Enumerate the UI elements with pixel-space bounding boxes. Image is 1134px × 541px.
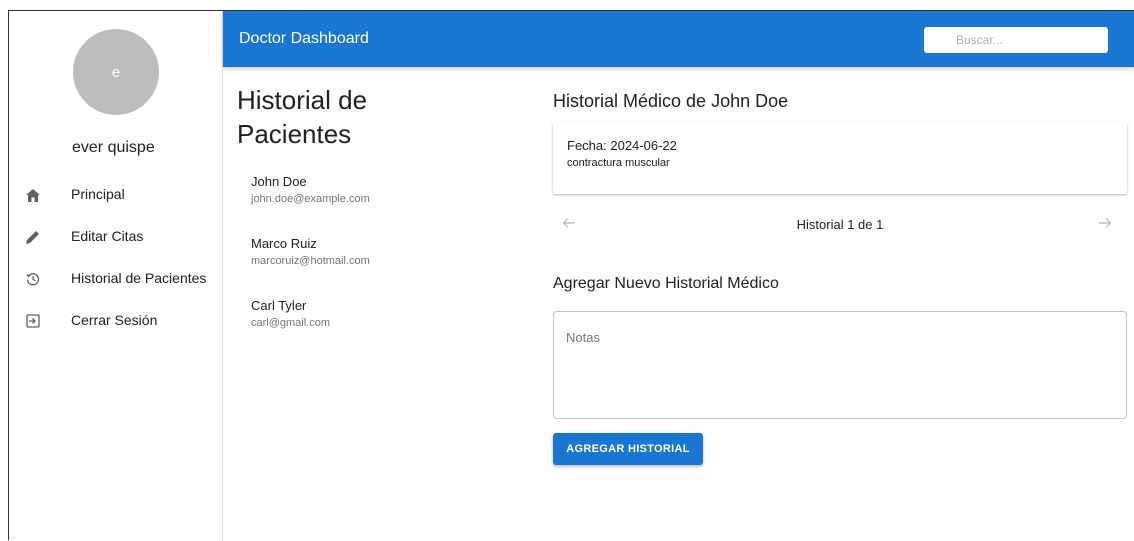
- sidebar-item-principal[interactable]: Principal: [9, 175, 223, 215]
- sidebar-item-label: Historial de Pacientes: [71, 270, 207, 286]
- sidebar-item-label: Principal: [71, 186, 125, 202]
- notes-field[interactable]: [553, 311, 1127, 419]
- home-icon: [25, 187, 41, 203]
- history-title: Historial Médico de John Doe: [553, 91, 789, 111]
- sidebar-item-cerrar-sesion[interactable]: Cerrar Sesión: [9, 301, 223, 341]
- patient-name: John Doe: [251, 174, 307, 189]
- add-history-title: Agregar Nuevo Historial Médico: [553, 275, 779, 292]
- avatar-initial: e: [111, 63, 121, 81]
- sidebar-item-label: Editar Citas: [71, 228, 144, 244]
- patient-item-marco-ruiz[interactable]: Marco Ruiz marcoruiz@hotmail.com: [237, 235, 497, 279]
- logout-icon: [25, 313, 41, 329]
- user-name: ever quispe: [72, 139, 155, 156]
- sidebar: e ever quispe Principal Editar Citas His…: [9, 11, 223, 541]
- sidebar-item-historial-pacientes[interactable]: Historial de Pacientes: [9, 259, 223, 299]
- patient-email: john.doe@example.com: [251, 193, 370, 205]
- sidebar-item-editar-citas[interactable]: Editar Citas: [9, 217, 223, 257]
- add-history-button[interactable]: AGREGAR HISTORIAL: [553, 433, 703, 465]
- history-record-card: Fecha: 2024-06-22 contractura muscular: [553, 122, 1127, 194]
- arrow-right-icon: [1098, 216, 1112, 234]
- previous-button[interactable]: [559, 215, 579, 235]
- avatar[interactable]: e: [73, 29, 159, 115]
- patient-item-john-doe[interactable]: John Doe john.doe@example.com: [237, 173, 497, 217]
- app-title: Doctor Dashboard: [239, 30, 369, 47]
- search-input[interactable]: [924, 27, 1108, 53]
- app-window: e ever quispe Principal Editar Citas His…: [8, 10, 1134, 541]
- record-date: Fecha: 2024-06-22: [567, 138, 677, 153]
- patient-item-carl-tyler[interactable]: Carl Tyler carl@gmail.com: [237, 297, 497, 341]
- record-notes: contractura muscular: [567, 157, 670, 169]
- patient-email: carl@gmail.com: [251, 317, 331, 329]
- history-pager: Historial 1 de 1: [553, 213, 1127, 237]
- patient-name: Carl Tyler: [251, 298, 307, 313]
- pager-text: Historial 1 de 1: [796, 217, 884, 232]
- patient-name: Marco Ruiz: [251, 236, 317, 251]
- patient-email: marcoruiz@hotmail.com: [251, 255, 370, 267]
- arrow-left-icon: [562, 216, 576, 234]
- next-button[interactable]: [1095, 215, 1115, 235]
- patients-title: Historial de Pacientes: [237, 85, 368, 149]
- pencil-icon: [25, 229, 41, 245]
- top-app-bar: Doctor Dashboard: [223, 11, 1134, 67]
- sidebar-item-label: Cerrar Sesión: [71, 312, 158, 328]
- history-icon: [25, 271, 41, 287]
